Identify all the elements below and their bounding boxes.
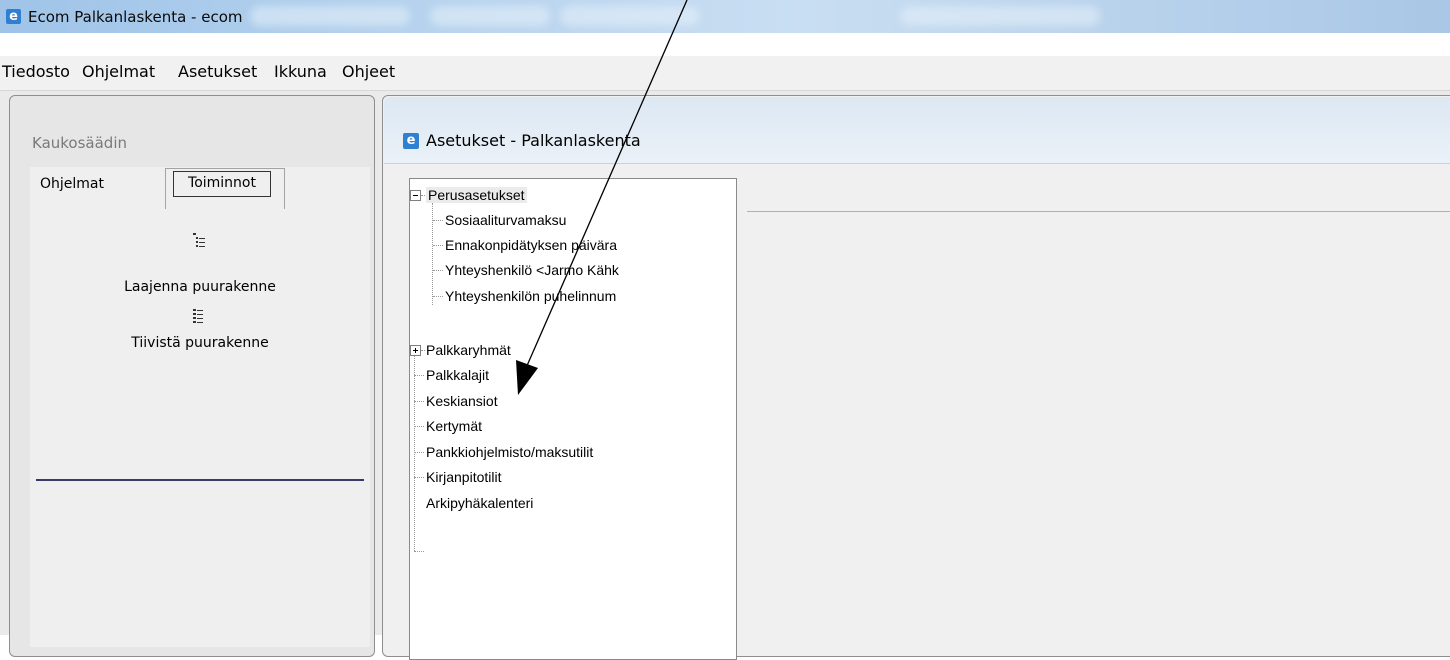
panel-title: Kaukosäädin [32,134,127,152]
tree-node-child[interactable]: Yhteyshenkilö <Jarmo Kähk [445,262,619,278]
tab-ohjelmat[interactable]: Ohjelmat [36,171,120,209]
tree-node-palkkaryhmat[interactable]: Palkkaryhmät [426,342,511,358]
menu-bar: Tiedosto Ohjelmat Asetukset Ikkuna Ohjee… [0,56,1450,91]
settings-tree[interactable]: Perusasetukset Sosiaaliturvamaksu Ennako… [409,178,737,660]
settings-window: e Asetukset - Palkanlaskenta Perusasetuk… [382,95,1450,660]
tree-connector [432,203,433,305]
tree-node-perusasetukset[interactable]: Perusasetukset [426,187,527,203]
remote-control-content: Ohjelmat Toiminnot Laajenna puurakenne T… [30,167,370,647]
tree-node-item[interactable]: Kertymät [426,418,482,434]
tree-node-item[interactable]: Keskiansiot [426,393,498,409]
mdi-workspace: Kaukosäädin Ohjelmat Toiminnot Laajenna [0,91,1450,660]
tree-connector [414,351,415,551]
menu-tiedosto[interactable]: Tiedosto [2,62,70,81]
tab-label: Ohjelmat [40,176,104,192]
tree-node-child[interactable]: Yhteyshenkilön puhelinnum [445,288,616,304]
remote-control-panel: Kaukosäädin Ohjelmat Toiminnot Laajenna [9,95,375,657]
menu-ohjeet[interactable]: Ohjeet [342,62,395,81]
tree-node-item[interactable]: Palkkalajit [426,367,489,383]
settings-window-header: e Asetukset - Palkanlaskenta [384,97,1450,164]
settings-window-title: Asetukset - Palkanlaskenta [426,131,641,150]
tab-label: Toiminnot [188,175,256,191]
collapse-tree-button[interactable]: Tiivistä puurakenne [30,335,370,351]
tab-focus-frame: Toiminnot [173,171,271,197]
menu-ohjelmat[interactable]: Ohjelmat [82,62,155,81]
window-titlebar: e Ecom Palkanlaskenta - ecom [0,0,1450,33]
tree-node-child[interactable]: Sosiaaliturvamaksu [445,212,566,228]
collapse-node-icon[interactable] [410,190,421,201]
tree-node-item[interactable]: Arkipyhäkalenteri [426,495,533,511]
menu-ikkuna[interactable]: Ikkuna [274,62,327,81]
collapse-tree-icon[interactable] [193,309,207,327]
expand-tree-button[interactable]: Laajenna puurakenne [30,279,370,295]
ecom-window-icon: e [403,133,419,149]
ecom-app-icon[interactable]: e [6,9,21,24]
expand-node-icon[interactable] [410,345,421,356]
menu-asetukset[interactable]: Asetukset [178,62,257,81]
tree-node-item[interactable]: Kirjanpitotilit [426,469,501,485]
expand-tree-icon[interactable] [193,233,207,251]
tab-toiminnot[interactable]: Toiminnot [165,168,285,209]
window-title: Ecom Palkanlaskenta - ecom [28,8,243,26]
tree-node-item[interactable]: Pankkiohjelmisto/maksutilit [426,444,593,460]
separator-line [36,479,364,481]
content-separator [747,211,1450,212]
tree-node-child[interactable]: Ennakonpidätyksen päivära [445,237,617,253]
